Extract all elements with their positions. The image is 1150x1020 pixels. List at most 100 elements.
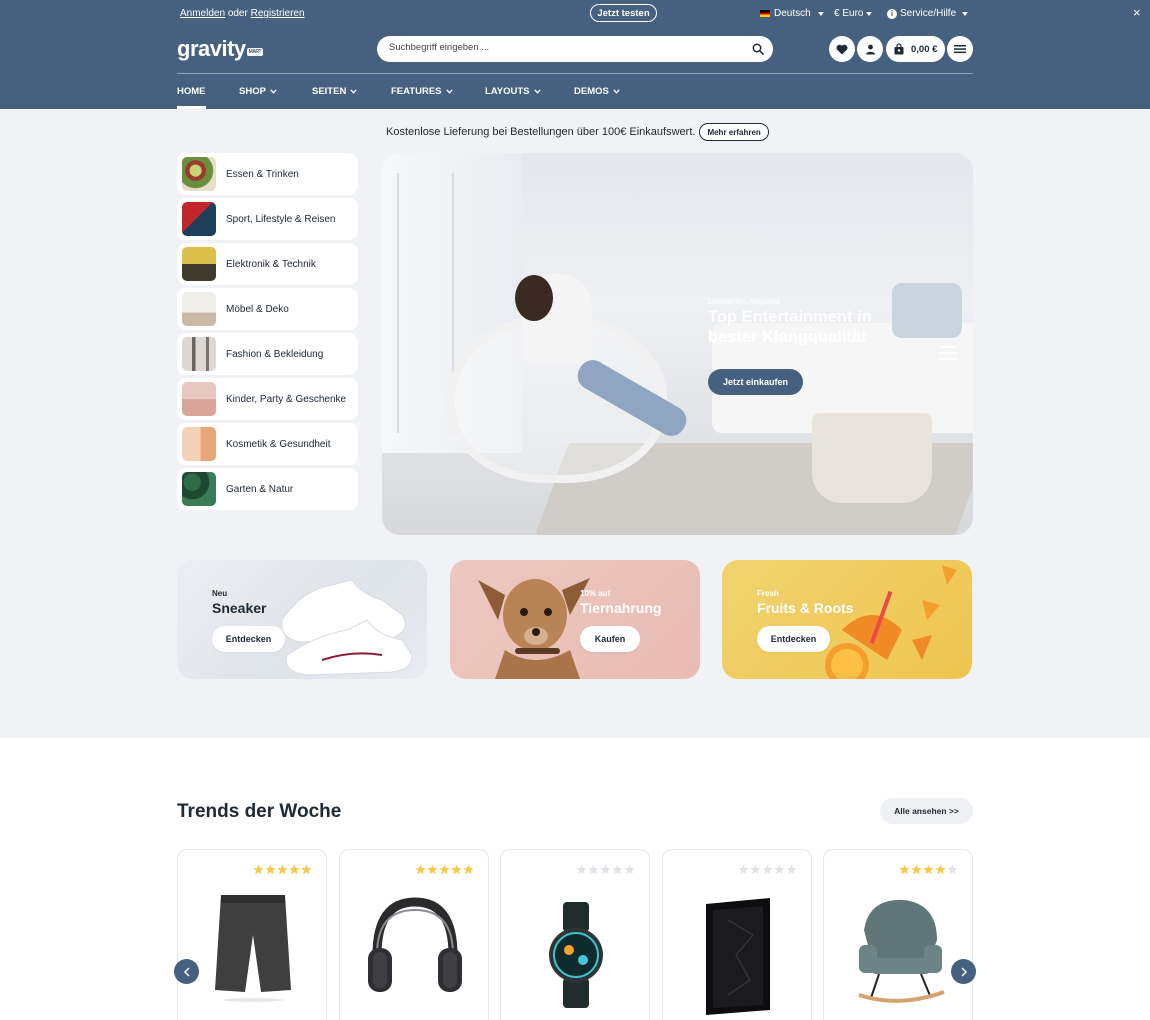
category-garden-image bbox=[182, 472, 216, 506]
sneaker-banner[interactable]: Neu Sneaker Entdecken bbox=[177, 560, 427, 679]
category-item[interactable]: Kinder, Party & Geschenke bbox=[177, 378, 358, 420]
category-item[interactable]: Kosmetik & Gesundheit bbox=[177, 423, 358, 465]
hero-shop-now-button[interactable]: Jetzt einkaufen bbox=[708, 369, 803, 395]
category-label: Elektronik & Technik bbox=[226, 258, 316, 270]
nav-item-pages[interactable]: SEITEN bbox=[312, 86, 357, 97]
language-selector[interactable]: Deutsch bbox=[760, 8, 824, 19]
learn-more-button[interactable]: Mehr erfahren bbox=[699, 123, 769, 141]
product-card[interactable] bbox=[662, 849, 812, 1020]
fruits-banner[interactable]: Fresh Fruits & Roots Entdecken bbox=[722, 560, 972, 679]
shorts-icon bbox=[215, 895, 291, 1002]
category-label: Sport, Lifestyle & Reisen bbox=[226, 213, 336, 225]
star-filled-icon bbox=[265, 864, 276, 875]
nav-item-shop[interactable]: SHOP bbox=[239, 86, 277, 97]
carousel-next-button[interactable] bbox=[951, 959, 976, 984]
star-empty-icon bbox=[588, 864, 599, 875]
hero-window-frame bbox=[397, 173, 399, 433]
shipping-promo: Kostenlose Lieferung bei Bestellungen üb… bbox=[386, 123, 769, 141]
buy-button[interactable]: Kaufen bbox=[580, 626, 640, 652]
star-empty-icon bbox=[786, 864, 797, 875]
nav-item-features[interactable]: FEATURES bbox=[391, 86, 453, 97]
slider-menu-icon[interactable] bbox=[939, 343, 957, 363]
hamburger-icon bbox=[954, 45, 966, 54]
login-link[interactable]: Anmelden bbox=[180, 8, 225, 19]
star-filled-icon bbox=[911, 864, 922, 875]
nav-label: SHOP bbox=[239, 86, 266, 97]
search-icon[interactable] bbox=[752, 43, 764, 55]
logo[interactable]: gravity MART bbox=[177, 36, 264, 62]
star-filled-icon bbox=[427, 864, 438, 875]
hero-eyebrow: Limitiertes Angebot bbox=[708, 296, 781, 306]
product-card[interactable] bbox=[500, 849, 650, 1020]
star-filled-icon bbox=[935, 864, 946, 875]
star-empty-icon bbox=[576, 864, 587, 875]
cart-total: 0,00 € bbox=[911, 43, 938, 55]
sneaker-image bbox=[281, 579, 413, 676]
service-label: Service/Hilfe bbox=[900, 8, 957, 19]
rating-stars bbox=[253, 864, 312, 875]
menu-button[interactable] bbox=[947, 36, 973, 62]
category-fashion-image bbox=[182, 337, 216, 371]
hero-banner[interactable]: Limitiertes Angebot Top Entertainment in… bbox=[382, 153, 973, 535]
star-filled-icon bbox=[463, 864, 474, 875]
try-now-button[interactable]: Jetzt testen bbox=[590, 4, 657, 22]
product-card[interactable] bbox=[823, 849, 973, 1020]
chevron-left-icon bbox=[183, 966, 190, 977]
currency-selector[interactable]: € Euro bbox=[834, 8, 873, 19]
category-label: Kosmetik & Gesundheit bbox=[226, 438, 331, 450]
star-empty-icon bbox=[612, 864, 623, 875]
site-header: Anmelden oder Registrieren Jetzt testen … bbox=[0, 0, 1150, 109]
star-filled-icon bbox=[415, 864, 426, 875]
chevron-down-icon bbox=[350, 89, 357, 94]
account-button[interactable] bbox=[857, 36, 883, 62]
star-filled-icon bbox=[451, 864, 462, 875]
register-link[interactable]: Registrieren bbox=[251, 8, 305, 19]
nav-label: FEATURES bbox=[391, 86, 442, 97]
close-icon[interactable]: × bbox=[1133, 5, 1141, 20]
nav-item-demos[interactable]: DEMOS bbox=[574, 86, 620, 97]
service-menu[interactable]: i Service/Hilfe bbox=[887, 8, 969, 19]
category-item[interactable]: Möbel & Deko bbox=[177, 288, 358, 330]
view-all-button[interactable]: Alle ansehen >> bbox=[880, 798, 973, 824]
chevron-right-icon bbox=[960, 966, 967, 977]
discover-button[interactable]: Entdecken bbox=[757, 626, 830, 652]
caret-down-icon bbox=[962, 11, 969, 16]
caret-down-icon bbox=[866, 12, 873, 16]
pet-food-banner[interactable]: 10% auf Tiernahrung Kaufen bbox=[450, 560, 700, 679]
product-card[interactable] bbox=[339, 849, 489, 1020]
search-input[interactable] bbox=[389, 42, 739, 53]
star-filled-icon bbox=[899, 864, 910, 875]
cart-button[interactable]: 0,00 € bbox=[886, 36, 945, 62]
star-filled-icon bbox=[253, 864, 264, 875]
category-item[interactable]: Elektronik & Technik bbox=[177, 243, 358, 285]
rating-stars bbox=[576, 864, 635, 875]
topbar: Anmelden oder Registrieren Jetzt testen … bbox=[0, 0, 1150, 26]
star-empty-icon bbox=[762, 864, 773, 875]
header-divider bbox=[177, 73, 973, 74]
chevron-down-icon bbox=[613, 89, 620, 94]
german-flag-icon bbox=[760, 10, 770, 17]
category-label: Kinder, Party & Geschenke bbox=[226, 393, 347, 405]
user-icon bbox=[865, 44, 875, 54]
carousel-prev-button[interactable] bbox=[174, 959, 199, 984]
account-links: Anmelden oder Registrieren bbox=[180, 8, 305, 19]
headphones-icon bbox=[368, 897, 462, 992]
category-item[interactable]: Sport, Lifestyle & Reisen bbox=[177, 198, 358, 240]
nav-item-layouts[interactable]: LAYOUTS bbox=[485, 86, 541, 97]
star-filled-icon bbox=[301, 864, 312, 875]
pc-tower-icon bbox=[706, 898, 770, 1015]
nav-item-home[interactable]: HOME bbox=[177, 86, 206, 109]
hero-person-head bbox=[515, 275, 553, 321]
category-item[interactable]: Essen & Trinken bbox=[177, 153, 358, 195]
star-filled-icon bbox=[923, 864, 934, 875]
smartwatch-icon bbox=[549, 902, 603, 1008]
banner-eyebrow: Fresh bbox=[757, 589, 779, 598]
category-item[interactable]: Garten & Natur bbox=[177, 468, 358, 510]
category-label: Garten & Natur bbox=[226, 483, 294, 495]
product-card[interactable] bbox=[177, 849, 327, 1020]
star-empty-icon bbox=[774, 864, 785, 875]
discover-button[interactable]: Entdecken bbox=[212, 626, 285, 652]
nav-label: SEITEN bbox=[312, 86, 347, 97]
category-item[interactable]: Fashion & Bekleidung bbox=[177, 333, 358, 375]
wishlist-button[interactable] bbox=[829, 36, 855, 62]
